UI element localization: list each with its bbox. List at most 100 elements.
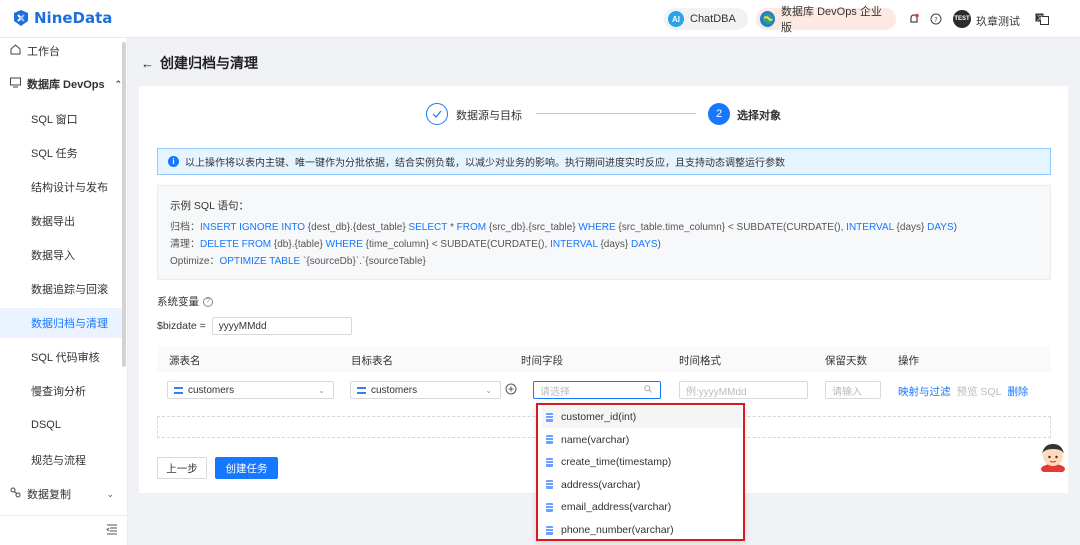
sql-text: `{sourceDb}`.`{sourceTable}	[300, 256, 426, 267]
help-icon[interactable]: ?	[928, 11, 944, 27]
page-header: ← 创建归档与清理	[141, 53, 258, 73]
dropdown-option-label: phone_number(varchar)	[561, 524, 674, 536]
sidebar-scrollbar[interactable]	[122, 42, 126, 367]
sql-optimize-line: Optimize：OPTIMIZE TABLE `{sourceDb}`.`{s…	[170, 253, 1038, 270]
sidebar-item-replication[interactable]: 数据复制 ⌄	[0, 479, 124, 509]
table-icon	[357, 386, 366, 394]
sql-text: {db}.{table}	[271, 239, 326, 250]
user-name[interactable]: 玖章测试	[976, 13, 1020, 29]
notification-icon[interactable]	[906, 11, 922, 27]
sql-text: {days}	[597, 239, 632, 250]
time-field-dropdown: customer_id(int) name(varchar) create_time…	[536, 403, 745, 541]
assistant-avatar[interactable]	[1038, 440, 1068, 474]
create-task-button[interactable]: 创建任务	[215, 457, 278, 479]
sidebar-item-label: SQL 代码审核	[31, 352, 100, 364]
language-switch-icon[interactable]: 文	[1034, 11, 1050, 27]
dropdown-option[interactable]: customer_id(int)	[542, 406, 742, 428]
sql-keyword: INSERT IGNORE INTO	[200, 222, 306, 233]
chatdba-button[interactable]: AI ChatDBA	[664, 8, 748, 30]
sidebar-item[interactable]: 数据导出	[0, 206, 124, 236]
col-target-table: 目标表名	[351, 355, 393, 367]
sidebar-group-label: 数据库 DevOps	[27, 79, 105, 91]
system-vars-label: 系统变量 ?	[157, 294, 213, 309]
column-icon	[546, 412, 553, 422]
sql-example-title: 示例 SQL 语句：	[170, 200, 249, 212]
info-alert: i 以上操作将以表内主键、唯一键作为分批依据，结合实例负载，以减少对业务的影响。…	[157, 148, 1051, 175]
dropdown-option-label: customer_id(int)	[561, 411, 637, 423]
sidebar-item-label: 数据导出	[31, 216, 75, 228]
column-icon	[546, 480, 553, 490]
system-vars-title: 系统变量	[157, 296, 199, 308]
sidebar-item[interactable]: 数据追踪与回滚	[0, 274, 124, 304]
target-table-select[interactable]: customers ⌄	[350, 381, 501, 399]
sql-keyword: INTERVAL	[846, 222, 894, 233]
devops-edition-button[interactable]: 数据库 DevOps 企业版	[756, 6, 896, 34]
map-filter-link[interactable]: 映射与过滤	[898, 384, 951, 399]
step-2-label: 选择对象	[737, 110, 781, 122]
sql-keyword: WHERE	[578, 222, 616, 233]
collapse-menu-icon[interactable]	[106, 524, 118, 538]
sql-keyword: INTERVAL	[550, 239, 598, 250]
retention-days-input[interactable]: 请输入	[825, 381, 881, 399]
source-table-select[interactable]: customers ⌄	[167, 381, 334, 399]
source-table-value: customers	[188, 384, 235, 396]
dropdown-option-label: create_time(timestamp)	[561, 456, 672, 469]
sql-text: {time_column} < SUBDATE(CURDATE(),	[362, 239, 551, 250]
sidebar-item-workbench[interactable]: 工作台	[0, 36, 124, 66]
sql-keyword: DAYS	[927, 222, 954, 233]
time-format-input[interactable]: 例:yyyyMMdd	[679, 381, 808, 399]
ninedata-logo[interactable]: NineData	[12, 9, 112, 27]
info-alert-text: 以上操作将以表内主键、唯一键作为分批依据，结合实例负载，以减少对业务的影响。执行…	[185, 158, 785, 169]
sidebar-item[interactable]: 数据导入	[0, 240, 124, 270]
dropdown-option-label: name(varchar)	[561, 433, 630, 446]
sql-archive-line: 归档：INSERT IGNORE INTO {dest_db}.{dest_ta…	[170, 219, 1038, 236]
sidebar-item-label: DSQL	[31, 419, 61, 431]
dropdown-option[interactable]: email_address(varchar)	[542, 496, 742, 518]
sidebar-item-label: 数据追踪与回滚	[31, 284, 108, 296]
sql-archive-prefix: 归档：	[170, 222, 200, 233]
bizdate-input[interactable]: yyyyMMdd	[211, 317, 352, 335]
sidebar-item[interactable]: SQL 代码审核	[0, 342, 124, 372]
sidebar-item[interactable]: DSQL	[0, 410, 124, 440]
delete-link[interactable]: 删除	[1007, 384, 1028, 399]
back-arrow-icon[interactable]: ←	[141, 56, 154, 71]
sidebar-item[interactable]: SQL 任务	[0, 138, 124, 168]
add-mapping-icon[interactable]	[505, 383, 517, 398]
sidebar-item-label: 数据导入	[31, 250, 75, 262]
sidebar-group-devops[interactable]: 数据库 DevOps ⌃	[0, 69, 124, 99]
table-header: 源表名 目标表名 时间字段 时间格式 保留天数 操作	[157, 346, 1051, 372]
dropdown-option[interactable]: phone_number(varchar)	[542, 519, 742, 541]
svg-text:文: 文	[1037, 14, 1043, 22]
sidebar-item-label: SQL 窗口	[31, 114, 78, 126]
sidebar-item[interactable]: 规范与流程	[0, 445, 124, 475]
devops-edition-label: 数据库 DevOps 企业版	[781, 6, 882, 34]
sidebar-item[interactable]: 数据归档与清理	[0, 308, 124, 338]
chatdba-icon: AI	[668, 11, 684, 27]
sql-text: {src_table.time_column} < SUBDATE(CURDAT…	[615, 222, 847, 233]
preview-sql-link[interactable]: 预览 SQL	[957, 384, 1002, 399]
sql-text: *	[447, 222, 457, 233]
dropdown-option[interactable]: name(varchar)	[542, 429, 742, 451]
sql-text: {days}	[893, 222, 928, 233]
user-avatar[interactable]: TEST	[953, 10, 971, 28]
ninedata-logo-icon	[14, 10, 28, 26]
svg-text:?: ?	[934, 16, 938, 24]
top-bar: NineData AI ChatDBA 数据库 DevOps 企业版 ? TES…	[0, 0, 1080, 38]
sql-text: )	[657, 239, 661, 250]
time-field-select[interactable]: 请选择	[533, 381, 661, 399]
sidebar-item[interactable]: 慢查询分析	[0, 376, 124, 406]
home-icon	[10, 44, 21, 58]
sql-keyword: FROM	[456, 222, 487, 233]
monitor-icon	[10, 77, 21, 91]
sidebar-item-label: SQL 任务	[31, 148, 78, 160]
column-icon	[546, 435, 553, 445]
sidebar-item[interactable]: 结构设计与发布	[0, 172, 124, 202]
sidebar-item-label: 规范与流程	[31, 455, 86, 467]
help-circle-icon[interactable]: ?	[203, 296, 213, 307]
sql-text: {dest_db}.{dest_table}	[305, 222, 409, 233]
prev-step-button[interactable]: 上一步	[157, 457, 207, 479]
sidebar-item[interactable]: SQL 窗口	[0, 104, 124, 134]
dropdown-option[interactable]: address(varchar)	[542, 474, 742, 496]
dropdown-option[interactable]: create_time(timestamp)	[542, 451, 742, 473]
sql-clean-prefix: 清理：	[170, 239, 200, 250]
